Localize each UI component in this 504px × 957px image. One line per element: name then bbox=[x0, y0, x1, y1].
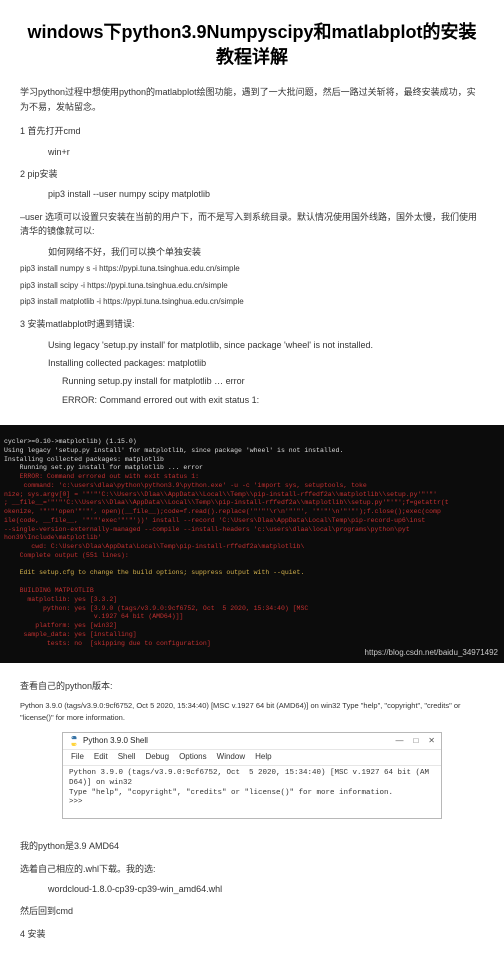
term-error-line: nize; sys.argv[0] = '"'"'C:\\Users\\Dlaa… bbox=[4, 491, 437, 498]
term-error-line: ; __file__='"'"'C:\\Users\\Dlaa\\AppData… bbox=[4, 499, 449, 506]
term-build-line: BUILDING MATPLOTLIB bbox=[4, 587, 94, 594]
step-3-e4: ERROR: Command errored out with exit sta… bbox=[20, 393, 484, 407]
intro-paragraph: 学习python过程中想使用python的matlabplot绘图功能，遇到了一… bbox=[20, 85, 484, 114]
check-version-label: 查看自己的python版本: bbox=[20, 679, 484, 693]
minimize-icon[interactable]: — bbox=[395, 735, 403, 748]
term-build-line: platform: yes [win32] bbox=[4, 622, 117, 629]
term-build-line: python: yes [3.9.0 (tags/v3.9.0:9cf6752,… bbox=[4, 605, 308, 612]
term-warn-line: Edit setup.cfg to change the build optio… bbox=[4, 569, 304, 576]
idle-line: Type "help", "copyright", "credits" or "… bbox=[69, 789, 393, 797]
pip-cmd-2: pip3 install scipy -i https://pypi.tuna.… bbox=[20, 280, 484, 293]
menu-file[interactable]: File bbox=[71, 751, 84, 764]
watermark-text: https://blog.csdn.net/baidu_34971492 bbox=[365, 648, 498, 659]
idle-line: Python 3.9.0 (tags/v3.9.0:9cf6752, Oct 5… bbox=[69, 769, 429, 777]
tail-line-4: 然后回到cmd bbox=[20, 904, 484, 918]
term-error-line: command: 'c:\users\dlaa\python\python3.9… bbox=[4, 482, 367, 489]
term-error-line: Complete output (551 lines): bbox=[4, 552, 129, 559]
term-line: cycler>=0.10->matplotlib) (1.15.0) bbox=[4, 438, 137, 445]
tail-whl-file: wordcloud‑1.8.0‑cp39‑cp39‑win_amd64.whl bbox=[20, 882, 484, 896]
step-1-item: win+r bbox=[20, 145, 484, 159]
term-build-line: v.1927 64 bit (AMD64)]] bbox=[4, 613, 183, 620]
step-3-e3: Running setup.py install for matplotlib … bbox=[20, 374, 484, 388]
page-title: windows下python3.9Numpyscipy和matlabplot的安… bbox=[20, 20, 484, 70]
step-2-head: 2 pip安装 bbox=[20, 167, 484, 181]
maximize-icon[interactable]: □ bbox=[413, 735, 418, 748]
menu-debug[interactable]: Debug bbox=[145, 751, 169, 764]
menu-window[interactable]: Window bbox=[217, 751, 245, 764]
term-line: Installing collected packages: matplotli… bbox=[4, 456, 164, 463]
idle-prompt: >>> bbox=[69, 798, 87, 806]
idle-shell-window: Python 3.9.0 Shell — □ ✕ File Edit Shell… bbox=[62, 732, 442, 820]
step-3-e1: Using legacy 'setup.py install' for matp… bbox=[20, 338, 484, 352]
term-line: Running set.py install for matplotlib ..… bbox=[4, 464, 203, 471]
term-line: Using legacy 'setup.py install' for matp… bbox=[4, 447, 343, 454]
menu-help[interactable]: Help bbox=[255, 751, 271, 764]
pip-cmd-1: pip3 install numpy s -i https://pypi.tun… bbox=[20, 263, 484, 276]
step-3-e2: Installing collected packages: matplotli… bbox=[20, 356, 484, 370]
step-2-note: –user 选项可以设置只安装在当前的用户下，而不是写入到系统目录。默认情况使用… bbox=[20, 210, 484, 239]
version-string-line: Python 3.9.0 (tags/v3.9.0:9cf6752, Oct 5… bbox=[20, 700, 484, 724]
tail-line-2: 选着自己相应的.whl下载。我的选: bbox=[20, 862, 484, 876]
step-1-head: 1 首先打开cmd bbox=[20, 124, 484, 138]
idle-title-text: Python 3.9.0 Shell bbox=[83, 735, 148, 748]
idle-menubar: File Edit Shell Debug Options Window Hel… bbox=[63, 750, 441, 766]
term-error-line: cwd: C:\Users\Dlaa\AppData\Local\Temp\pi… bbox=[4, 543, 304, 550]
step-3-head: 3 安装matlabplot时遇到错误: bbox=[20, 317, 484, 331]
terminal-output: cycler>=0.10->matplotlib) (1.15.0) Using… bbox=[0, 425, 504, 663]
step-2-alt: 如何网络不好，我们可以换个单独安装 bbox=[20, 245, 484, 259]
python-icon bbox=[69, 736, 79, 746]
idle-titlebar: Python 3.9.0 Shell — □ ✕ bbox=[63, 733, 441, 751]
menu-shell[interactable]: Shell bbox=[118, 751, 136, 764]
step-2-cmd: pip3 install --user numpy scipy matplotl… bbox=[20, 187, 484, 201]
idle-body[interactable]: Python 3.9.0 (tags/v3.9.0:9cf6752, Oct 5… bbox=[63, 766, 441, 818]
term-error-line: okenize, '"'"'open'"'"', open)(__file__)… bbox=[4, 508, 441, 515]
term-build-line: sample_data: yes [installing] bbox=[4, 631, 137, 638]
menu-edit[interactable]: Edit bbox=[94, 751, 108, 764]
term-error-line: --single-version-externally-managed --co… bbox=[4, 526, 410, 533]
term-error-line: ERROR: Command errored out with exit sta… bbox=[4, 473, 199, 480]
step-4-head: 4 安装 bbox=[20, 927, 484, 941]
tail-line-1: 我的python是3.9 AMD64 bbox=[20, 839, 484, 853]
term-build-line: tests: no [skipping due to configuration… bbox=[4, 640, 211, 647]
term-error-line: ile(code, __file__, '"'"'exec'"'"'))' in… bbox=[4, 517, 425, 524]
term-error-line: hon39\Include\matplotlib' bbox=[4, 534, 102, 541]
idle-line: D64)] on win32 bbox=[69, 779, 132, 787]
close-icon[interactable]: ✕ bbox=[428, 735, 435, 748]
pip-cmd-3: pip3 install matplotlib -i https://pypi.… bbox=[20, 296, 484, 309]
menu-options[interactable]: Options bbox=[179, 751, 207, 764]
term-build-line: matplotlib: yes [3.3.2] bbox=[4, 596, 117, 603]
